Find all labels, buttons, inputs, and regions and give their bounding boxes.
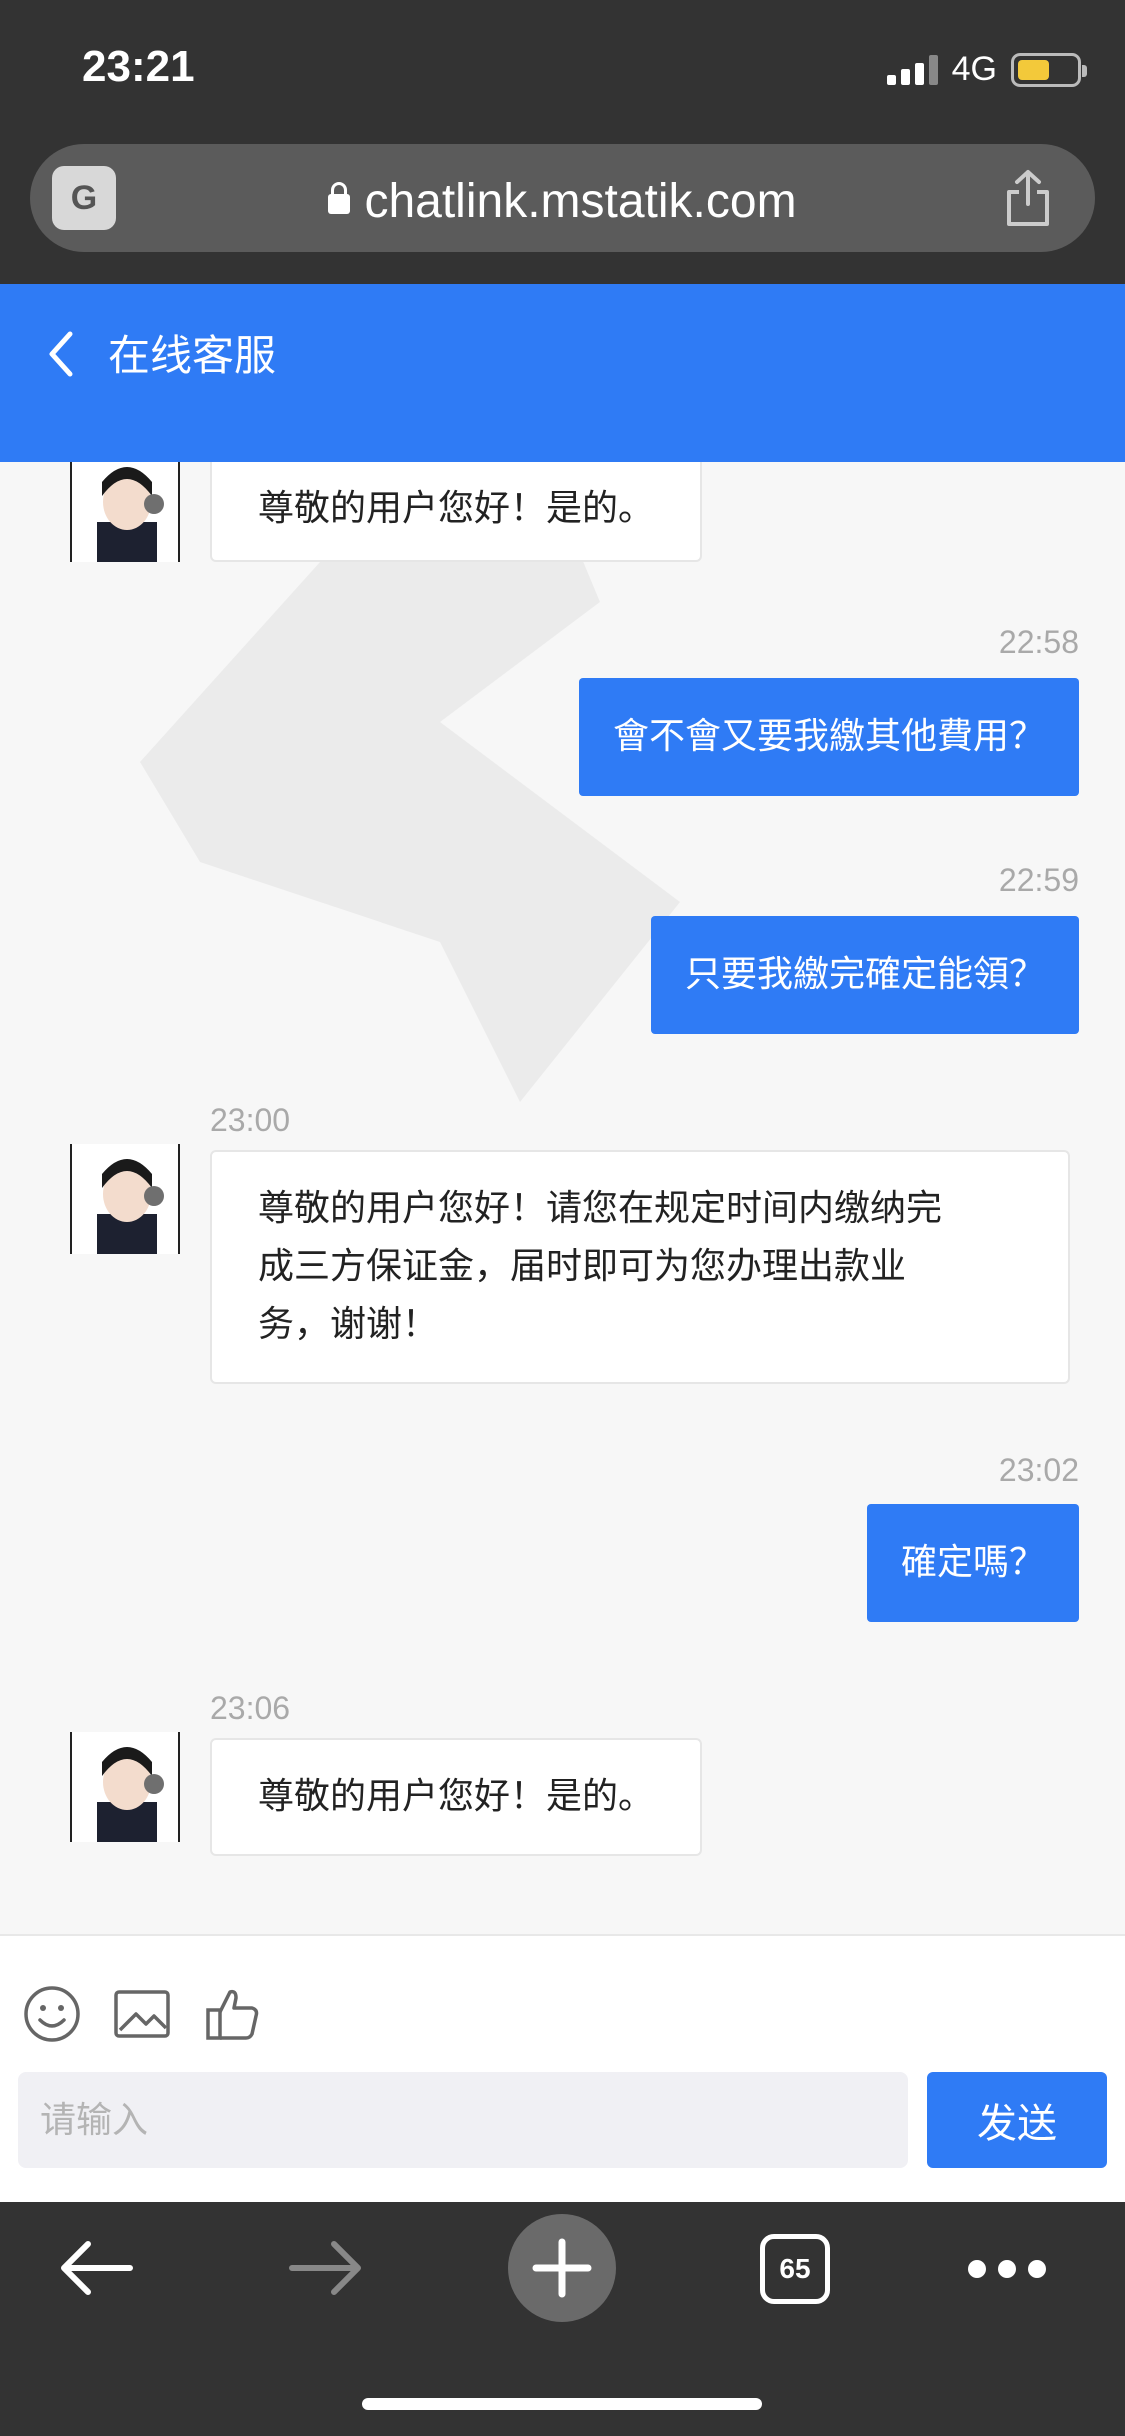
send-button[interactable]: 发送	[927, 2072, 1107, 2168]
message-bubble-user: 會不會又要我繳其他費用？	[578, 678, 1079, 796]
message-bubble-agent: 尊敬的用户您好！请您在规定时间内缴纳完 成三方保证金，届时即可为您办理出款业 务…	[210, 1150, 1070, 1384]
status-indicators: 4G	[886, 50, 1087, 89]
message-line: 成三方保证金，届时即可为您办理出款业	[258, 1246, 907, 1287]
page-title: 在线客服	[108, 331, 277, 380]
message-text: 尊敬的用户您好！是的。	[258, 488, 655, 529]
tabs-button[interactable]: 65	[760, 2234, 830, 2304]
message-input[interactable]	[18, 2072, 908, 2168]
new-tab-button[interactable]	[508, 2214, 616, 2322]
forward-arrow-icon[interactable]	[288, 2238, 364, 2298]
message-bubble-agent: 尊敬的用户您好！是的。	[210, 462, 703, 562]
agent-avatar-icon	[97, 467, 164, 562]
lock-icon	[328, 182, 351, 215]
browser-bottom-bar: 65	[0, 2202, 1125, 2436]
agent-avatar	[70, 1144, 180, 1254]
status-time: 23:21	[82, 42, 195, 91]
emoji-icon[interactable]	[22, 1984, 82, 2044]
message-timestamp: 23:00	[210, 1102, 291, 1138]
message-text: 只要我繳完確定能領？	[684, 954, 1045, 995]
status-bar: 23:21 4G	[0, 0, 1125, 142]
message-line: 务，谢谢！	[258, 1304, 439, 1345]
network-type: 4G	[951, 50, 997, 88]
input-panel: 发送	[0, 1934, 1125, 2202]
agent-avatar-icon	[97, 1159, 164, 1254]
chat-message-list[interactable]: 尊敬的用户您好！是的。 22:58 會不會又要我繳其他費用？ 22:59 只要我…	[0, 462, 1125, 1934]
share-icon[interactable]	[1001, 168, 1055, 228]
image-icon[interactable]	[112, 1984, 172, 2044]
message-text: 確定嗎？	[900, 1542, 1045, 1583]
message-text: 尊敬的用户您好！是的。	[258, 1776, 655, 1817]
message-bubble-user: 只要我繳完確定能領？	[650, 916, 1079, 1034]
message-timestamp: 22:58	[998, 624, 1079, 660]
battery-level	[1018, 59, 1049, 80]
message-text: 會不會又要我繳其他費用？	[612, 716, 1045, 757]
url-display[interactable]: chatlink.mstatik.com	[30, 174, 1095, 229]
message-line: 尊敬的用户您好！请您在规定时间内缴纳完	[258, 1188, 943, 1229]
battery-icon	[1011, 52, 1087, 87]
agent-avatar	[70, 1732, 180, 1842]
browser-top-bar: G chatlink.mstatik.com	[0, 142, 1125, 284]
back-chevron-icon[interactable]	[42, 324, 82, 384]
chat-header: 在线客服	[0, 284, 1125, 462]
signal-icon	[886, 54, 938, 85]
agent-avatar	[70, 462, 180, 562]
message-timestamp: 22:59	[998, 862, 1079, 898]
plus-icon	[532, 2238, 592, 2298]
more-menu-icon[interactable]	[968, 2260, 1046, 2278]
url-text: chatlink.mstatik.com	[364, 175, 797, 228]
thumbs-up-icon[interactable]	[202, 1984, 262, 2044]
agent-avatar-icon	[97, 1747, 164, 1842]
home-indicator[interactable]	[362, 2398, 762, 2410]
address-bar[interactable]: G chatlink.mstatik.com	[30, 144, 1095, 252]
message-timestamp: 23:06	[210, 1690, 291, 1726]
message-bubble-user: 確定嗎？	[866, 1504, 1079, 1622]
message-bubble-agent: 尊敬的用户您好！是的。	[210, 1738, 703, 1856]
message-timestamp: 23:02	[998, 1452, 1079, 1488]
back-arrow-icon[interactable]	[58, 2238, 134, 2298]
